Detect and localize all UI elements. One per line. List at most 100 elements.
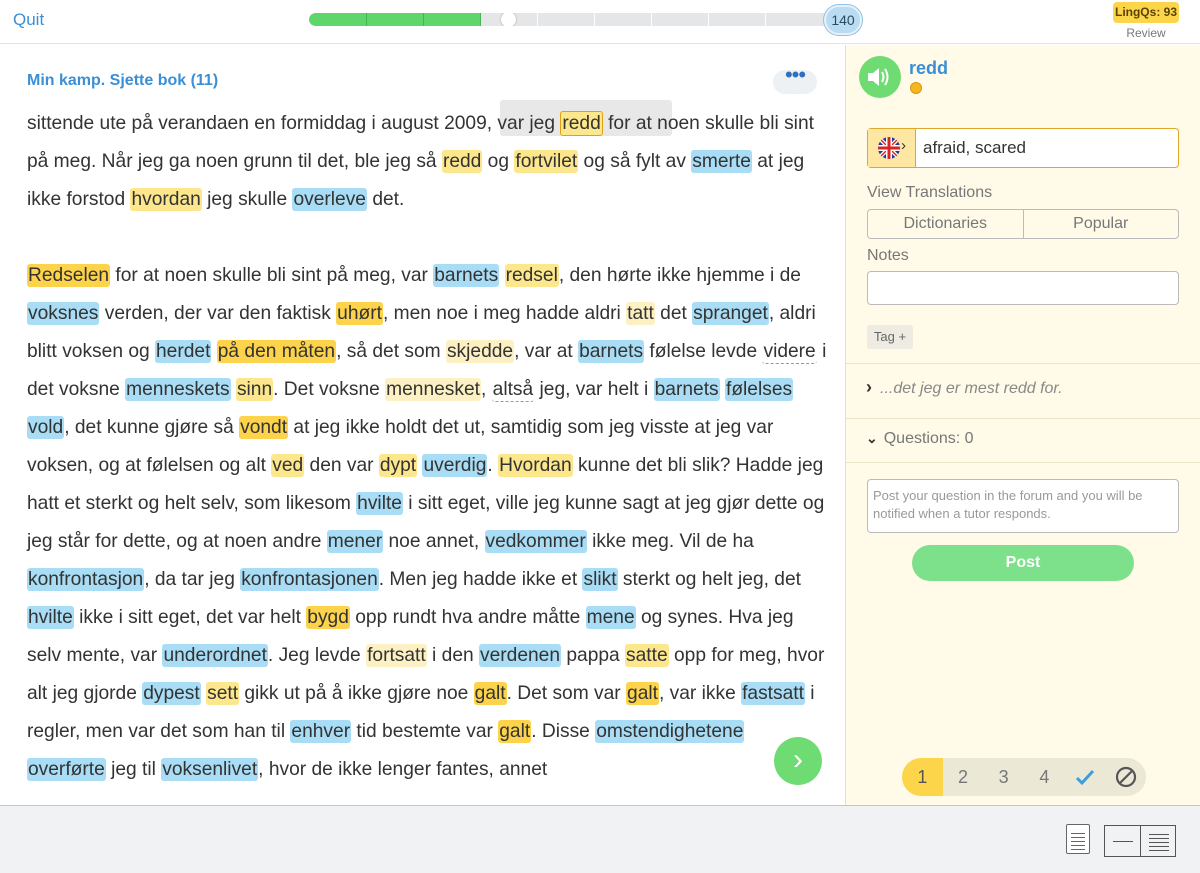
text-run[interactable]: , var at <box>514 341 578 362</box>
text-run[interactable] <box>499 265 504 286</box>
lingq-word[interactable]: dypt <box>378 454 418 477</box>
lingq-word[interactable]: sinn <box>235 378 274 401</box>
language-select-button[interactable]: › <box>868 129 916 167</box>
lingq-word[interactable]: videre <box>762 340 817 364</box>
lingq-word[interactable]: fortvilet <box>514 150 579 173</box>
text-run[interactable]: og så fylt av <box>578 151 691 172</box>
add-tag-button[interactable]: Tag + <box>867 325 913 349</box>
lingq-word[interactable]: uhørt <box>336 302 383 325</box>
lingq-word[interactable]: menneskets <box>125 378 231 401</box>
lingq-word[interactable]: galt <box>473 682 507 705</box>
lingq-word[interactable]: Hvordan <box>498 454 573 477</box>
lingq-word[interactable]: sett <box>206 682 240 705</box>
lingq-word[interactable]: slikt <box>582 568 618 591</box>
lesson-progress-bar[interactable] <box>309 13 829 26</box>
status-level-1[interactable]: 1 <box>902 758 943 796</box>
page-mode-icon[interactable] <box>1139 826 1176 856</box>
status-level-4[interactable]: 4 <box>1024 758 1065 796</box>
lingq-word[interactable]: galt <box>626 682 659 705</box>
ignore-icon[interactable] <box>1105 758 1146 796</box>
lingq-word[interactable]: voksnes <box>27 302 100 325</box>
text-run[interactable]: jeg skulle <box>202 189 293 210</box>
lingq-word[interactable]: barnets <box>433 264 500 287</box>
status-level-2[interactable]: 2 <box>943 758 984 796</box>
text-run[interactable]: for at noen skulle bli sint på meg, var <box>110 265 433 286</box>
text-run[interactable]: følelse levde <box>644 341 762 362</box>
text-run[interactable]: tid bestemte var <box>351 721 498 742</box>
text-run[interactable]: det <box>655 303 692 324</box>
hint-field[interactable]: › afraid, scared <box>867 128 1179 168</box>
hint-text[interactable]: afraid, scared <box>923 138 1026 158</box>
text-run[interactable] <box>211 341 216 362</box>
text-run[interactable]: den var <box>304 455 379 476</box>
lingq-word[interactable]: barnets <box>653 378 720 401</box>
lingq-word[interactable]: barnets <box>578 340 645 363</box>
lingq-word[interactable]: Redselen <box>27 264 111 287</box>
lingq-word[interactable]: satte <box>625 644 669 667</box>
lingq-word[interactable]: omstendighetene <box>595 720 745 743</box>
text-run[interactable]: , var ikke <box>659 683 741 704</box>
lingq-word[interactable]: konfrontasjon <box>27 568 145 591</box>
text-run[interactable]: , den hørte ikke hjemme i de <box>559 265 801 286</box>
speaker-button[interactable] <box>859 56 901 98</box>
question-input[interactable]: Post your question in the forum and you … <box>867 479 1179 533</box>
text-run[interactable]: . Det voksne <box>273 379 385 400</box>
text-run[interactable]: , men noe i meg hadde aldri <box>383 303 626 324</box>
text-run[interactable]: . Disse <box>531 721 595 742</box>
text-run[interactable]: , hvor de ikke lenger fantes, annet <box>258 759 547 780</box>
text-run[interactable]: noe annet, <box>383 531 484 552</box>
lingq-word[interactable]: tatt <box>626 302 655 325</box>
lingq-word[interactable]: mennesket <box>385 378 481 401</box>
questions-toggle[interactable]: ⌄ Questions: 0 <box>866 430 974 448</box>
more-options-button[interactable]: ••• <box>773 64 817 94</box>
lingq-word[interactable]: redd <box>441 150 483 173</box>
lingq-word[interactable]: altså <box>491 378 535 402</box>
sentence-mode-icon[interactable] <box>1105 826 1140 856</box>
lingq-word[interactable]: herdet <box>155 340 212 363</box>
popular-button[interactable]: Popular <box>1022 210 1179 238</box>
lingq-word[interactable]: overleve <box>292 188 367 211</box>
text-run[interactable]: . Jeg levde <box>268 645 366 666</box>
text-run[interactable]: gikk ut på å ikke gjøre noe <box>239 683 474 704</box>
phrase-row[interactable]: › ...det jeg er mest redd for. <box>866 377 1063 398</box>
next-page-button[interactable]: › <box>774 737 822 785</box>
lingq-word[interactable]: overførte <box>27 758 106 781</box>
view-mode-toggle[interactable] <box>1104 825 1176 857</box>
text-run[interactable]: verden, der var den faktisk <box>99 303 336 324</box>
text-run[interactable]: . Men jeg hadde ikke et <box>379 569 583 590</box>
known-check-icon[interactable] <box>1065 758 1106 796</box>
lingq-word[interactable]: voksenlivet <box>161 758 259 781</box>
lingq-word[interactable]: vedkommer <box>484 530 587 553</box>
lingq-word[interactable]: fastsatt <box>741 682 805 705</box>
quit-button[interactable]: Quit <box>13 10 44 30</box>
selected-word-token[interactable]: redd <box>560 111 603 136</box>
text-run[interactable]: . <box>487 455 498 476</box>
lingq-word[interactable]: redsel <box>504 264 559 287</box>
text-run[interactable]: opp rundt hva andre måtte <box>350 607 586 628</box>
lingqs-badge[interactable]: LingQs: 93 <box>1113 2 1179 23</box>
lingq-word[interactable]: smerte <box>691 150 752 173</box>
lingq-word[interactable]: mener <box>326 530 384 553</box>
text-run[interactable]: sittende ute på verandaen en formiddag i… <box>27 113 560 134</box>
notes-input[interactable] <box>867 271 1179 305</box>
lingq-word[interactable]: på den måten <box>216 340 337 363</box>
status-level-3[interactable]: 3 <box>983 758 1024 796</box>
lingq-word[interactable]: fortsatt <box>366 644 427 667</box>
text-run[interactable]: pappa <box>561 645 625 666</box>
lingq-word[interactable]: enhver <box>290 720 352 743</box>
text-run[interactable]: , så det som <box>336 341 446 362</box>
page-view-icon[interactable] <box>1066 824 1090 854</box>
lesson-title[interactable]: Min kamp. Sjette bok (11) <box>27 72 218 90</box>
lingq-word[interactable]: konfrontasjonen <box>240 568 379 591</box>
text-run[interactable]: og <box>482 151 514 172</box>
lingq-word[interactable]: dypest <box>142 682 201 705</box>
review-link[interactable]: Review <box>1113 26 1179 40</box>
dictionaries-button[interactable]: Dictionaries <box>868 210 1023 238</box>
text-run[interactable]: jeg til <box>106 759 161 780</box>
lingq-word[interactable]: følelses <box>724 378 794 401</box>
lingq-word[interactable]: hvilte <box>27 606 74 629</box>
text-run[interactable]: ikke i sitt eget, det var helt <box>74 607 307 628</box>
lingq-word[interactable]: skjedde <box>445 340 515 363</box>
text-run[interactable]: det. <box>367 189 404 210</box>
lingq-word[interactable]: mene <box>585 606 636 629</box>
